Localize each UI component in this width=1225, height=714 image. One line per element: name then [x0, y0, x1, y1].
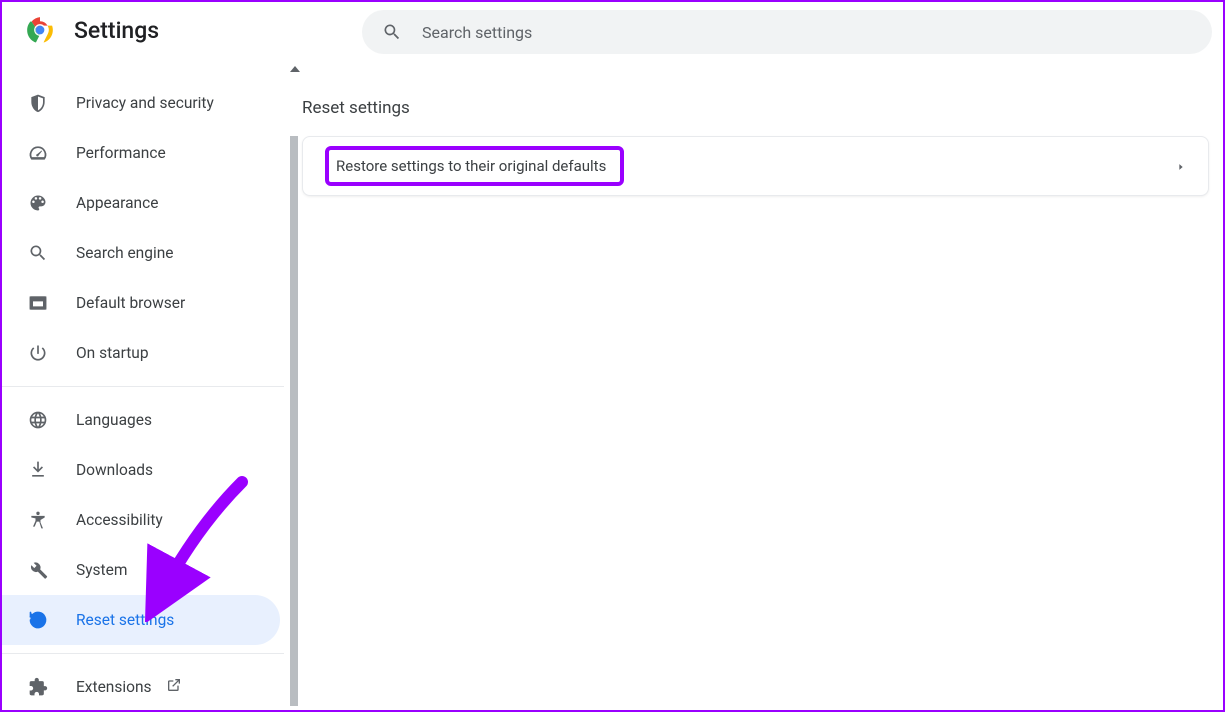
- scroll-up-arrow-icon[interactable]: [290, 66, 300, 72]
- sidebar-item-label: Privacy and security: [76, 94, 214, 112]
- palette-icon: [28, 193, 48, 213]
- search-bar[interactable]: [362, 10, 1212, 54]
- chevron-right-icon: [1176, 157, 1186, 176]
- sidebar-item-reset-settings[interactable]: Reset settings: [2, 595, 280, 645]
- sidebar-item-label: On startup: [76, 344, 149, 362]
- sidebar-item-label: Performance: [76, 144, 166, 162]
- sidebar-item-on-startup[interactable]: On startup: [2, 328, 280, 378]
- sidebar-item-downloads[interactable]: Downloads: [2, 445, 280, 495]
- sidebar-item-label: Reset settings: [76, 611, 174, 629]
- shield-icon: [28, 93, 48, 113]
- sidebar-item-performance[interactable]: Performance: [2, 128, 280, 178]
- sidebar-item-search-engine[interactable]: Search engine: [2, 228, 280, 278]
- sidebar-item-label: System: [76, 561, 127, 579]
- sidebar-item-languages[interactable]: Languages: [2, 395, 280, 445]
- sidebar-item-label: Default browser: [76, 294, 185, 312]
- search-icon: [28, 243, 48, 263]
- sidebar-item-default-browser[interactable]: Default browser: [2, 278, 280, 328]
- section-title: Reset settings: [302, 98, 1209, 118]
- reset-settings-row[interactable]: Restore settings to their original defau…: [302, 136, 1209, 196]
- search-input[interactable]: [422, 23, 1192, 42]
- download-icon: [28, 460, 48, 480]
- sidebar: Privacy and security Performance Appeara…: [2, 58, 284, 712]
- chrome-logo-icon: [26, 16, 54, 44]
- sidebar-item-accessibility[interactable]: Accessibility: [2, 495, 280, 545]
- scrollbar[interactable]: [288, 58, 302, 714]
- sidebar-item-label: Languages: [76, 411, 152, 429]
- wrench-icon: [28, 560, 48, 580]
- search-icon: [382, 22, 402, 42]
- speedometer-icon: [28, 143, 48, 163]
- globe-icon: [28, 410, 48, 430]
- sidebar-separator: [2, 386, 284, 387]
- sidebar-item-extensions[interactable]: Extensions: [2, 662, 280, 712]
- puzzle-icon: [28, 677, 48, 697]
- scrollbar-thumb[interactable]: [290, 136, 298, 706]
- sidebar-item-label: Accessibility: [76, 511, 163, 529]
- sidebar-container: Privacy and security Performance Appeara…: [2, 58, 302, 714]
- header: Settings: [2, 2, 1223, 58]
- sidebar-item-privacy[interactable]: Privacy and security: [2, 78, 280, 128]
- sidebar-item-label: Search engine: [76, 244, 174, 262]
- page-title: Settings: [74, 17, 159, 44]
- power-icon: [28, 343, 48, 363]
- main-content: Reset settings Restore settings to their…: [302, 58, 1223, 714]
- sidebar-item-label: Extensions: [76, 678, 152, 696]
- sidebar-item-appearance[interactable]: Appearance: [2, 178, 280, 228]
- browser-icon: [28, 293, 48, 313]
- external-link-icon: [166, 677, 182, 697]
- reset-card-label: Restore settings to their original defau…: [325, 146, 624, 186]
- accessibility-icon: [28, 510, 48, 530]
- sidebar-separator: [2, 653, 284, 654]
- sidebar-item-system[interactable]: System: [2, 545, 280, 595]
- sidebar-item-label: Appearance: [76, 194, 158, 212]
- sidebar-item-label: Downloads: [76, 461, 153, 479]
- history-icon: [28, 610, 48, 630]
